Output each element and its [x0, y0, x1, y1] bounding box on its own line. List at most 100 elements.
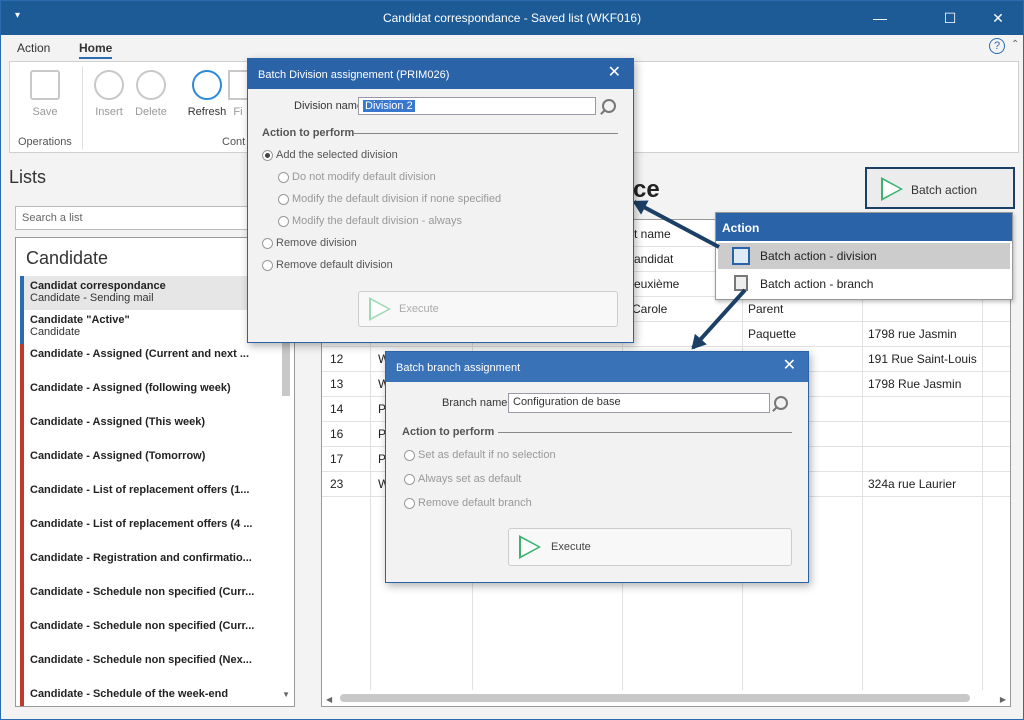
list-item-label: Candidate "Active" [30, 314, 130, 326]
list-item-label: Candidate - Assigned (Current and next .… [30, 348, 250, 360]
menu-home[interactable]: Home [79, 41, 113, 59]
execute-button[interactable]: Execute [358, 291, 618, 327]
list-item[interactable]: Candidat correspondance Candidate - Sendi… [20, 276, 278, 310]
execute-button[interactable]: Execute [508, 528, 792, 566]
search-list-input[interactable]: Search a list [15, 206, 255, 230]
grid-cell: 17 [330, 452, 344, 466]
close-button[interactable]: ✕ [975, 1, 1021, 35]
batch-branch-dialog: Batch branch assignment ✕ Branch name Co… [385, 351, 809, 583]
grid-cell: Paquette [748, 327, 797, 341]
play-icon [881, 177, 903, 201]
lists-title: Lists [9, 167, 47, 187]
division-name-label: Division name [294, 100, 364, 112]
plus-icon [94, 70, 124, 100]
list-scrollbar[interactable] [282, 336, 290, 396]
division-name-input[interactable]: Division 2 [358, 97, 596, 115]
delete-button[interactable]: Delete [126, 70, 176, 118]
list-item-label: Candidate - Schedule non specified (Curr… [30, 620, 255, 632]
list-item-label: Candidate - List of replacement offers (… [30, 518, 253, 530]
radio-remove-division[interactable]: Remove division [262, 237, 357, 249]
help-icon[interactable]: ? [989, 38, 1005, 54]
list-item[interactable]: Candidate - Assigned (Current and next .… [20, 344, 278, 378]
list-item-label: Candidate - Schedule non specified (Curr… [30, 586, 255, 598]
radio-add-division[interactable]: Add the selected division [262, 149, 398, 161]
scroll-left-icon[interactable]: ◀ [326, 695, 332, 704]
radio-remove-default-division[interactable]: Remove default division [262, 259, 393, 271]
section-divider [354, 133, 618, 134]
branch-name-label: Branch name [442, 397, 508, 409]
refresh-icon [192, 70, 222, 100]
main-window: ▾ Candidat correspondance - Saved list (… [0, 0, 1024, 720]
action-section-title: Action to perform [402, 426, 495, 438]
refresh-label: Refresh [187, 106, 227, 118]
search-icon[interactable] [602, 99, 616, 113]
grid-cell: 1798 Rue Jasmin [868, 377, 962, 391]
radio-no-modify-default[interactable]: Do not modify default division [278, 171, 436, 183]
execute-label: Execute [551, 541, 591, 553]
grid-cell: 13 [330, 377, 344, 391]
list-item-label: Candidate - Schedule non specified (Nex.… [30, 654, 252, 666]
dialog-title: Batch Division assignement (PRIM026) [248, 59, 633, 89]
group-operations-label: Operations [18, 136, 72, 148]
maximize-button[interactable]: ☐ [927, 1, 973, 35]
list-item[interactable]: Candidate - Assigned (following week) [20, 378, 278, 412]
dialog-close-button[interactable]: ✕ [608, 62, 621, 82]
branch-icon [734, 275, 748, 291]
dialog-close-button[interactable]: ✕ [783, 355, 796, 375]
list-item[interactable]: Candidate - Assigned (Tomorrow) [20, 446, 278, 480]
play-icon [519, 535, 541, 559]
radio-modify-default-always[interactable]: Modify the default division - always [278, 215, 462, 227]
menu-item-label: Batch action - branch [760, 277, 874, 291]
menu-item-batch-division[interactable]: Batch action - division [718, 243, 1010, 269]
grid-horizontal-scrollbar[interactable] [340, 694, 970, 702]
filter-label: Fi [233, 106, 243, 118]
grid-cell: 12 [330, 352, 344, 366]
play-icon [369, 297, 391, 321]
menu-item-batch-branch[interactable]: Batch action - branch [718, 271, 1010, 297]
radio-default-if-no-selection[interactable]: Set as default if no selection [404, 449, 556, 461]
save-button[interactable]: Save [20, 70, 70, 118]
list-item-label: Candidate - Assigned (Tomorrow) [30, 450, 206, 462]
radio-modify-default-if-none[interactable]: Modify the default division if none spec… [278, 193, 501, 205]
collapse-ribbon-icon[interactable]: ⌃ [1011, 39, 1019, 50]
batch-division-dialog: Batch Division assignement (PRIM026) ✕ D… [247, 58, 634, 343]
list-item[interactable]: Candidate - Assigned (This week) [20, 412, 278, 446]
list-item[interactable]: Candidate - Schedule non specified (Nex.… [20, 650, 278, 684]
grid-cell: 14 [330, 402, 344, 416]
list-item[interactable]: Candidate - Schedule non specified (Curr… [20, 616, 278, 650]
list-item[interactable]: Candidate - Schedule non specified (Curr… [20, 582, 278, 616]
list-item-label: Candidate - List of replacement offers (… [30, 484, 250, 496]
grid-cell: 191 Rue Saint-Louis [868, 352, 977, 366]
radio-always-default[interactable]: Always set as default [404, 473, 521, 485]
delete-label: Delete [135, 106, 167, 118]
grid-line [322, 346, 1010, 347]
list-item[interactable]: Candidate - Registration and confirmatio… [20, 548, 278, 582]
list-item[interactable]: Candidate - Schedule of the week-end [20, 684, 278, 706]
list-item-label: Candidate - Registration and confirmatio… [30, 552, 252, 564]
grid-cell: andidat [634, 252, 674, 266]
list-item-label: Candidat correspondance [30, 280, 166, 292]
filter-icon [228, 70, 248, 100]
ribbon-separator [82, 66, 83, 150]
menu-action[interactable]: Action [17, 41, 50, 55]
minimize-button[interactable]: — [857, 1, 903, 35]
branch-name-input[interactable]: Configuration de base [508, 393, 770, 413]
list-item[interactable]: Candidate "Active" Candidate [20, 310, 278, 344]
action-section-title: Action to perform [262, 127, 355, 139]
list-group-title: Candidate [26, 248, 109, 268]
scroll-right-icon[interactable]: ▶ [1000, 695, 1006, 704]
batch-action-button[interactable]: Batch action [865, 167, 1015, 209]
title-bar: ▾ Candidat correspondance - Saved list (… [1, 1, 1023, 35]
insert-label: Insert [95, 106, 123, 118]
dialog-title: Batch branch assignment [386, 352, 808, 382]
scroll-down-icon[interactable]: ▼ [282, 690, 290, 699]
filter-button[interactable]: Fi [228, 70, 248, 118]
radio-remove-default-branch[interactable]: Remove default branch [404, 497, 532, 509]
grid-cell: euxième [634, 277, 680, 291]
list-item[interactable]: Candidate - List of replacement offers (… [20, 514, 278, 548]
list-item[interactable]: Candidate - List of replacement offers (… [20, 480, 278, 514]
search-icon[interactable] [774, 396, 788, 410]
refresh-button[interactable]: Refresh [182, 70, 232, 118]
grid-cell: Parent [748, 302, 784, 316]
grid-cell: Carole [632, 302, 668, 316]
